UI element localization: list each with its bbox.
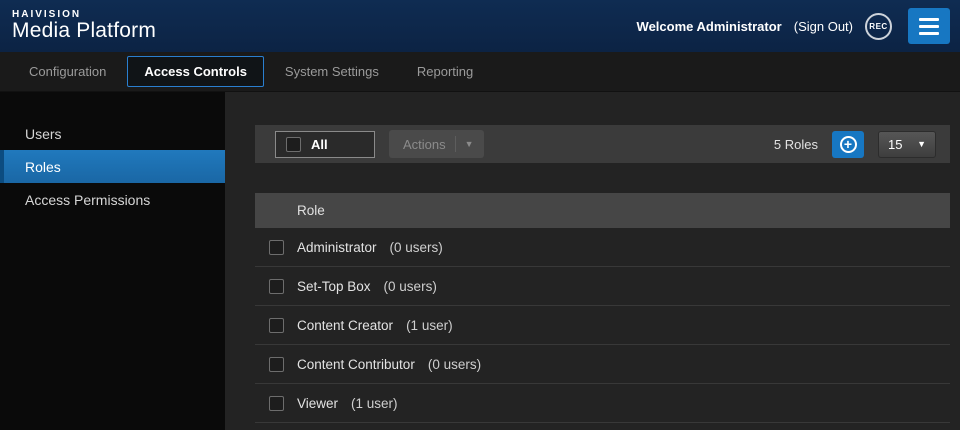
column-header-role: Role xyxy=(297,203,325,218)
table-row-content-contributor[interactable]: Content Contributor (0 users) xyxy=(255,345,950,384)
table-header-row: Role xyxy=(255,193,950,228)
tab-access-controls[interactable]: Access Controls xyxy=(127,56,264,87)
role-user-count: (0 users) xyxy=(428,357,481,372)
table-row-content-creator[interactable]: Content Creator (1 user) xyxy=(255,306,950,345)
roles-table: Role Administrator (0 users) Set-Top Box… xyxy=(255,193,950,423)
tab-reporting[interactable]: Reporting xyxy=(400,56,490,87)
main-content: All Actions ▼ 5 Roles + 15 ▼ xyxy=(225,92,960,430)
chevron-down-icon: ▼ xyxy=(917,140,926,149)
rec-badge: REC xyxy=(865,13,892,40)
table-row-set-top-box[interactable]: Set-Top Box (0 users) xyxy=(255,267,950,306)
app-window: HAIVISION Media Platform Welcome Adminis… xyxy=(0,0,960,430)
logo-product: Media Platform xyxy=(12,20,156,42)
table-row-administrator[interactable]: Administrator (0 users) xyxy=(255,228,950,267)
add-role-button[interactable]: + xyxy=(832,131,864,158)
tab-system-settings[interactable]: System Settings xyxy=(268,56,396,87)
roles-count: 5 Roles xyxy=(774,137,818,152)
role-name: Administrator xyxy=(297,240,377,255)
app-header: HAIVISION Media Platform Welcome Adminis… xyxy=(0,0,960,52)
toolbar: All Actions ▼ 5 Roles + 15 ▼ xyxy=(255,125,950,163)
chevron-down-icon: ▼ xyxy=(465,140,474,149)
sign-out-link[interactable]: (Sign Out) xyxy=(794,19,853,34)
page-body: Users Roles Access Permissions All Actio… xyxy=(0,92,960,430)
role-user-count: (0 users) xyxy=(384,279,437,294)
actions-dropdown[interactable]: Actions ▼ xyxy=(389,130,484,158)
select-all-label: All xyxy=(311,137,328,152)
role-user-count: (1 user) xyxy=(406,318,453,333)
table-row-viewer[interactable]: Viewer (1 user) xyxy=(255,384,950,423)
role-name: Set-Top Box xyxy=(297,279,371,294)
plus-circle-icon: + xyxy=(840,136,857,153)
sidebar-item-users[interactable]: Users xyxy=(0,117,225,150)
page-size-dropdown[interactable]: 15 ▼ xyxy=(878,131,936,158)
main-nav: Configuration Access Controls System Set… xyxy=(0,52,960,92)
role-user-count: (1 user) xyxy=(351,396,398,411)
header-right: Welcome Administrator (Sign Out) REC xyxy=(637,8,950,44)
button-divider xyxy=(455,136,456,152)
row-checkbox[interactable] xyxy=(269,279,284,294)
row-checkbox[interactable] xyxy=(269,357,284,372)
tab-configuration[interactable]: Configuration xyxy=(12,56,123,87)
select-all-checkbox[interactable] xyxy=(286,137,301,152)
sidebar: Users Roles Access Permissions xyxy=(0,92,225,430)
sidebar-item-access-permissions[interactable]: Access Permissions xyxy=(0,183,225,216)
role-name: Content Contributor xyxy=(297,357,415,372)
hamburger-menu-button[interactable] xyxy=(908,8,950,44)
select-all-control[interactable]: All xyxy=(275,131,375,158)
row-checkbox[interactable] xyxy=(269,318,284,333)
welcome-text: Welcome Administrator xyxy=(637,19,782,34)
role-name: Content Creator xyxy=(297,318,393,333)
hamburger-icon xyxy=(919,18,939,21)
logo: HAIVISION Media Platform xyxy=(12,10,156,43)
actions-label: Actions xyxy=(403,137,446,152)
role-name: Viewer xyxy=(297,396,338,411)
sidebar-item-roles[interactable]: Roles xyxy=(0,150,225,183)
role-user-count: (0 users) xyxy=(390,240,443,255)
page-size-value: 15 xyxy=(888,137,902,152)
row-checkbox[interactable] xyxy=(269,240,284,255)
row-checkbox[interactable] xyxy=(269,396,284,411)
